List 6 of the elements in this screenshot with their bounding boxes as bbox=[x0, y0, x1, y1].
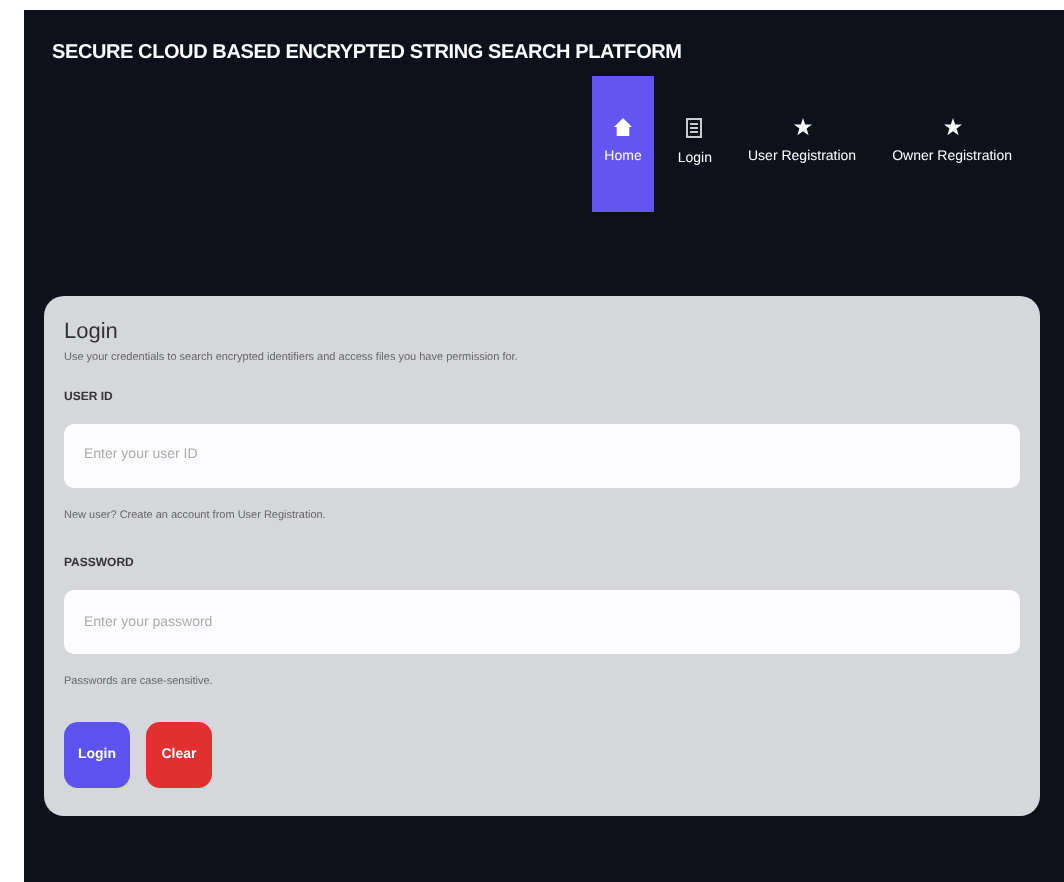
document-icon bbox=[686, 117, 703, 138]
star-icon bbox=[793, 118, 812, 137]
star-icon bbox=[943, 118, 962, 137]
site-title: SECURE CLOUD BASED ENCRYPTED STRING SEARCH PLATFORM bbox=[52, 40, 684, 68]
form-title: Login bbox=[64, 318, 120, 348]
home-icon bbox=[614, 118, 633, 137]
